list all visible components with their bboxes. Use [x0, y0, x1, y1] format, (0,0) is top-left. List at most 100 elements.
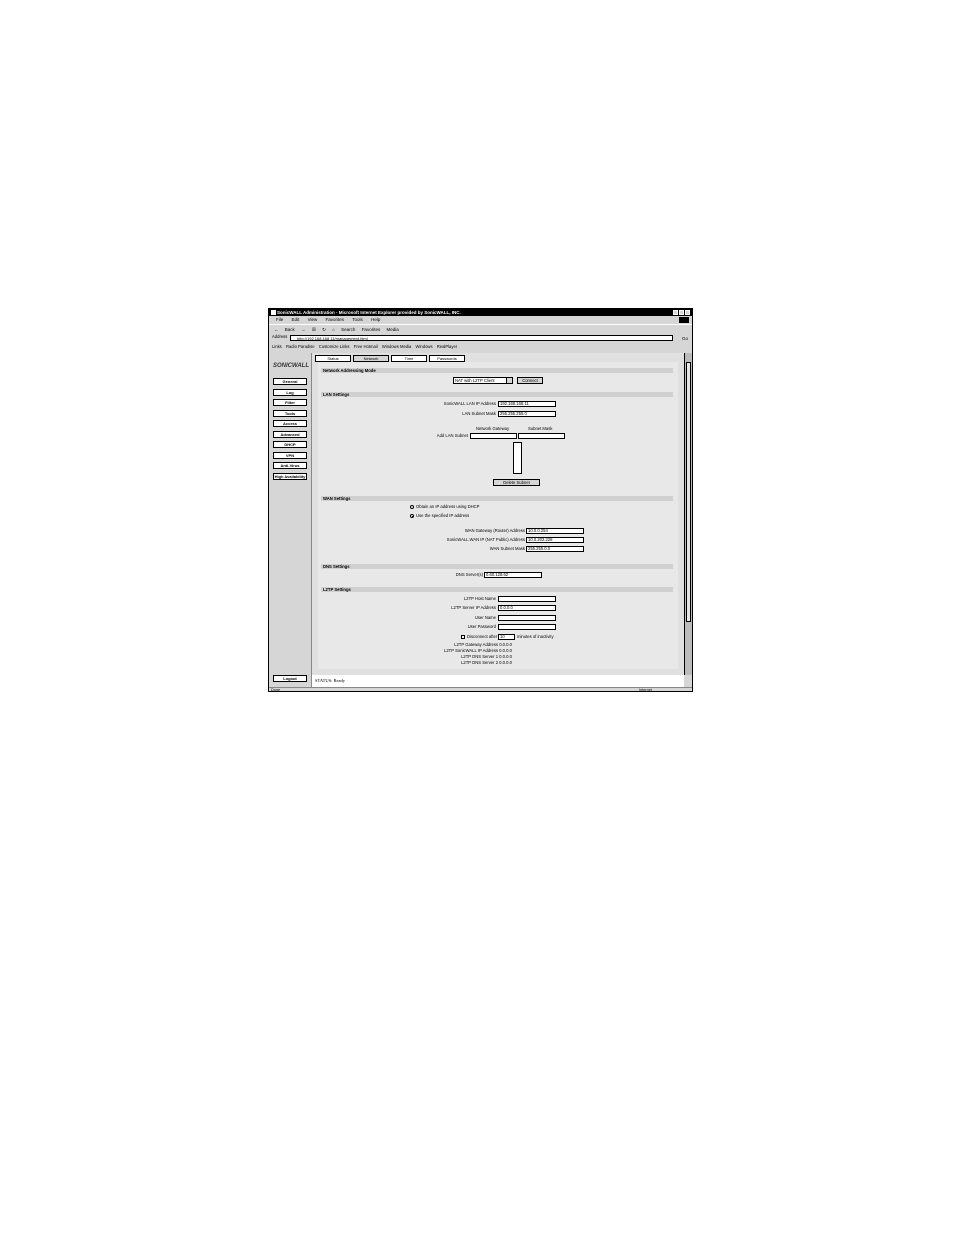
static-ip-radio[interactable] — [410, 514, 414, 518]
l2tp-host-label: L2TP Host Name — [463, 596, 496, 601]
lan-mask-label: LAN Subnet Mask — [462, 411, 496, 416]
menu-view[interactable]: View — [308, 317, 318, 322]
addressing-mode-value: NAT with L2TP Client — [455, 378, 495, 383]
lan-mask-input[interactable]: 255.255.255.0 — [498, 411, 556, 417]
tab-passwords[interactable]: Passwords — [429, 355, 465, 362]
section-wan-settings: WAN Settings — [321, 496, 673, 501]
wan-gateway-input[interactable]: 10.0.0.254 — [526, 528, 584, 534]
browser-status-bar: Done Internet — [269, 687, 692, 693]
forward-button[interactable]: → — [301, 327, 306, 332]
dns-server-label: DNS Server(s) — [455, 572, 483, 577]
network-gateway-input[interactable] — [470, 433, 517, 439]
tab-time[interactable]: Time — [391, 355, 427, 362]
wan-mask-input[interactable]: 255.255.0.0 — [526, 546, 584, 552]
sidebar-item-dhcp[interactable]: DHCP — [273, 441, 307, 448]
user-password-input[interactable] — [498, 624, 556, 630]
menu-file[interactable]: File — [276, 317, 283, 322]
sidebar-item-filter[interactable]: Filter — [273, 399, 307, 406]
lan-subnet-list[interactable] — [513, 442, 522, 474]
disconnect-label: Disconnect after — [467, 634, 498, 639]
sidebar-item-high-availability[interactable]: High Availability — [273, 473, 307, 480]
search-button[interactable]: Search — [341, 327, 355, 332]
link-item[interactable]: Customize Links — [319, 344, 350, 349]
windows-logo-icon — [679, 317, 689, 323]
add-lan-subnet-label: Add LAN Subnet — [436, 433, 468, 438]
sidebar-item-general[interactable]: General — [273, 378, 307, 385]
lan-ip-input[interactable]: 192.168.168.11 — [498, 401, 556, 407]
stop-icon[interactable]: ☒ — [312, 327, 316, 332]
l2tp-host-input[interactable] — [498, 596, 556, 602]
sidebar-item-anti-virus[interactable]: Anti-Virus — [273, 462, 307, 469]
maximize-button[interactable] — [679, 310, 684, 315]
sidebar-item-vpn[interactable]: VPN — [273, 452, 307, 459]
section-l2tp-settings: L2TP Settings — [321, 587, 673, 592]
logout-button[interactable]: Logout — [273, 675, 307, 682]
menu-favorites[interactable]: Favorites — [326, 317, 345, 322]
link-item[interactable]: Windows Media — [382, 344, 412, 349]
section-lan-settings: LAN Settings — [321, 392, 673, 397]
user-name-label: User Name — [474, 615, 496, 620]
link-item[interactable]: Windows — [416, 344, 433, 349]
link-item[interactable]: Free Hotmail — [354, 344, 378, 349]
disconnect-minutes-input[interactable]: 10 — [498, 634, 515, 640]
sidebar-item-tools[interactable]: Tools — [273, 410, 307, 417]
wan-ip-label: SonicWALL WAN IP (NAT Public) Address — [446, 537, 525, 542]
menu-edit[interactable]: Edit — [292, 317, 300, 322]
disconnect-checkbox[interactable] — [461, 635, 465, 639]
menu-tools[interactable]: Tools — [352, 317, 363, 322]
sidebar-item-log[interactable]: Log — [273, 389, 307, 396]
wan-mask-label: WAN Subnet Mask — [489, 546, 525, 551]
network-gateway-header: Network Gateway — [476, 426, 510, 431]
menu-bar: File Edit View Favorites Tools Help — [269, 316, 692, 324]
l2tp-server-input[interactable]: 0.0.0.0 — [498, 605, 556, 611]
section-dns-settings: DNS Settings — [321, 564, 673, 569]
toolbar: ← Back → ☒ ↻ ⌂ Search Favorites Media — [269, 324, 692, 334]
static-option-label: Use the specified IP address — [416, 513, 470, 518]
dhcp-radio[interactable] — [410, 505, 414, 509]
dhcp-option-label: Obtain an IP address using DHCP — [416, 504, 480, 509]
network-panel: Network Addressing Mode NAT with L2TP Cl… — [318, 362, 678, 669]
wan-gateway-label: WAN Gateway (Router) Address — [464, 528, 525, 533]
addressing-mode-select[interactable]: NAT with L2TP Client — [453, 377, 513, 384]
subnet-mask-input[interactable] — [518, 433, 565, 439]
wan-ip-input[interactable]: 10.0.202.228 — [526, 537, 584, 543]
sidebar-item-advanced[interactable]: Advanced — [273, 431, 307, 438]
link-item[interactable]: RealPlayer — [437, 344, 457, 349]
refresh-icon[interactable]: ↻ — [322, 327, 326, 332]
dns-server-input[interactable]: 0.60.128.62 — [484, 572, 542, 578]
address-input[interactable]: http://192.168.168.11/management.html — [290, 335, 673, 341]
links-bar: Links Radio Paradise Customize Links Fre… — [269, 343, 692, 351]
internet-zone: Internet — [639, 688, 652, 692]
l2tp-server-label: L2TP Server IP Address — [451, 605, 496, 610]
minimize-button[interactable] — [673, 310, 678, 315]
user-password-label: User Password — [467, 624, 496, 629]
back-button[interactable]: ← Back — [274, 327, 295, 332]
scrollbar-thumb[interactable] — [686, 362, 691, 622]
status-line: STATUS: Ready — [312, 675, 684, 687]
chevron-down-icon — [506, 378, 512, 383]
sonicwall-logo: SONICWALL — [273, 363, 309, 369]
links-label: Links — [272, 344, 282, 349]
close-button[interactable] — [685, 310, 690, 315]
address-label: Address — [272, 334, 288, 339]
favorites-button[interactable]: Favorites — [362, 327, 381, 332]
window-title: SonicWALL Administration - Microsoft Int… — [277, 310, 461, 315]
lan-ip-label: SonicWALL LAN IP Address — [443, 401, 496, 406]
user-name-input[interactable] — [498, 615, 556, 621]
title-bar: SonicWALL Administration - Microsoft Int… — [269, 309, 692, 316]
link-item[interactable]: Radio Paradise — [286, 344, 315, 349]
connect-button[interactable]: Connect — [517, 377, 543, 384]
home-icon[interactable]: ⌂ — [332, 327, 335, 332]
subnet-mask-header: Subnet Mask — [528, 426, 553, 431]
tab-status[interactable]: Status — [315, 355, 351, 362]
menu-help[interactable]: Help — [371, 317, 380, 322]
delete-subnet-button[interactable]: Delete Subnet — [493, 479, 540, 486]
go-button[interactable]: Go — [682, 334, 688, 343]
address-bar: Address http://192.168.168.11/management… — [269, 334, 692, 343]
browser-window: SonicWALL Administration - Microsoft Int… — [268, 308, 693, 692]
sidebar-item-access[interactable]: Access — [273, 420, 307, 427]
media-button[interactable]: Media — [386, 327, 398, 332]
l2tp-dns-server-2: L2TP DNS Server 2 0.0.0.0 — [461, 660, 512, 665]
tab-network[interactable]: Network — [353, 355, 389, 362]
vertical-scrollbar[interactable] — [684, 353, 692, 675]
